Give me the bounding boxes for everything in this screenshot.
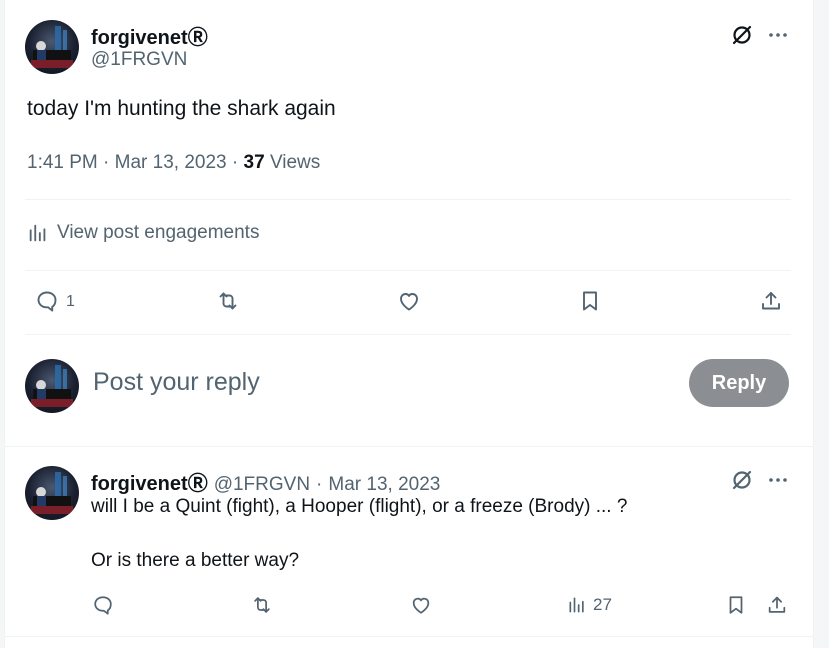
- post-meta: 1:41 PM · Mar 13, 2023 · 37 Views: [27, 152, 321, 173]
- composer-avatar[interactable]: [25, 359, 79, 413]
- like-icon[interactable]: [395, 287, 423, 315]
- registered-mark: Ⓡ: [187, 473, 208, 495]
- author-avatar[interactable]: [25, 20, 79, 74]
- view-engagements-link[interactable]: View post engagements: [27, 222, 259, 244]
- divider: [5, 636, 813, 637]
- reply-author-handle[interactable]: @1FRGVN: [214, 474, 310, 496]
- post-date[interactable]: Mar 13, 2023: [115, 152, 227, 173]
- views-label: Views: [269, 152, 321, 173]
- author-handle[interactable]: @1FRGVN: [91, 49, 187, 71]
- reply-text-line2: Or is there a better way?: [91, 550, 300, 571]
- views-count: 37: [243, 152, 265, 173]
- more-icon[interactable]: [765, 22, 791, 48]
- reply-header: forgivenetⓇ @1FRGVN · Mar 13, 2023: [91, 467, 440, 496]
- reply-author-avatar[interactable]: [25, 466, 79, 520]
- repost-icon[interactable]: [250, 593, 274, 617]
- divider: [5, 446, 813, 447]
- reply-views-count: 27: [593, 595, 612, 614]
- post-time[interactable]: 1:41 PM: [27, 152, 98, 173]
- analytics-icon: [27, 222, 49, 244]
- divider: [25, 334, 791, 335]
- analytics-icon: [567, 595, 587, 615]
- reply-text-line1: will I be a Quint (fight), a Hooper (fli…: [91, 496, 628, 517]
- like-icon[interactable]: [409, 593, 433, 617]
- post-text: today I'm hunting the shark again: [27, 97, 336, 120]
- reply-icon[interactable]: [33, 287, 61, 315]
- divider: [25, 270, 791, 271]
- author-name[interactable]: forgivenetⓇ: [91, 21, 208, 50]
- registered-mark: Ⓡ: [187, 27, 208, 49]
- slashed-circle-icon[interactable]: [729, 467, 755, 493]
- separator: ·: [316, 474, 323, 495]
- bookmark-icon[interactable]: [724, 593, 748, 617]
- share-icon[interactable]: [757, 287, 785, 315]
- reply-input[interactable]: Post your reply: [93, 368, 260, 397]
- reply-author-name[interactable]: forgivenetⓇ: [91, 467, 208, 496]
- engagements-label: View post engagements: [57, 222, 260, 243]
- share-icon[interactable]: [765, 593, 789, 617]
- reply-date[interactable]: Mar 13, 2023: [328, 474, 440, 496]
- divider: [25, 199, 791, 200]
- repost-icon[interactable]: [214, 287, 242, 315]
- reply-count: 1: [66, 293, 75, 310]
- bookmark-icon[interactable]: [576, 287, 604, 315]
- reply-button[interactable]: Reply: [689, 359, 789, 407]
- post-thread: forgivenetⓇ @1FRGVN today I'm hunting th…: [4, 0, 814, 648]
- reply-icon[interactable]: [91, 593, 115, 617]
- more-icon[interactable]: [765, 467, 791, 493]
- reply-views[interactable]: 27: [567, 595, 612, 615]
- slashed-circle-icon[interactable]: [729, 22, 755, 48]
